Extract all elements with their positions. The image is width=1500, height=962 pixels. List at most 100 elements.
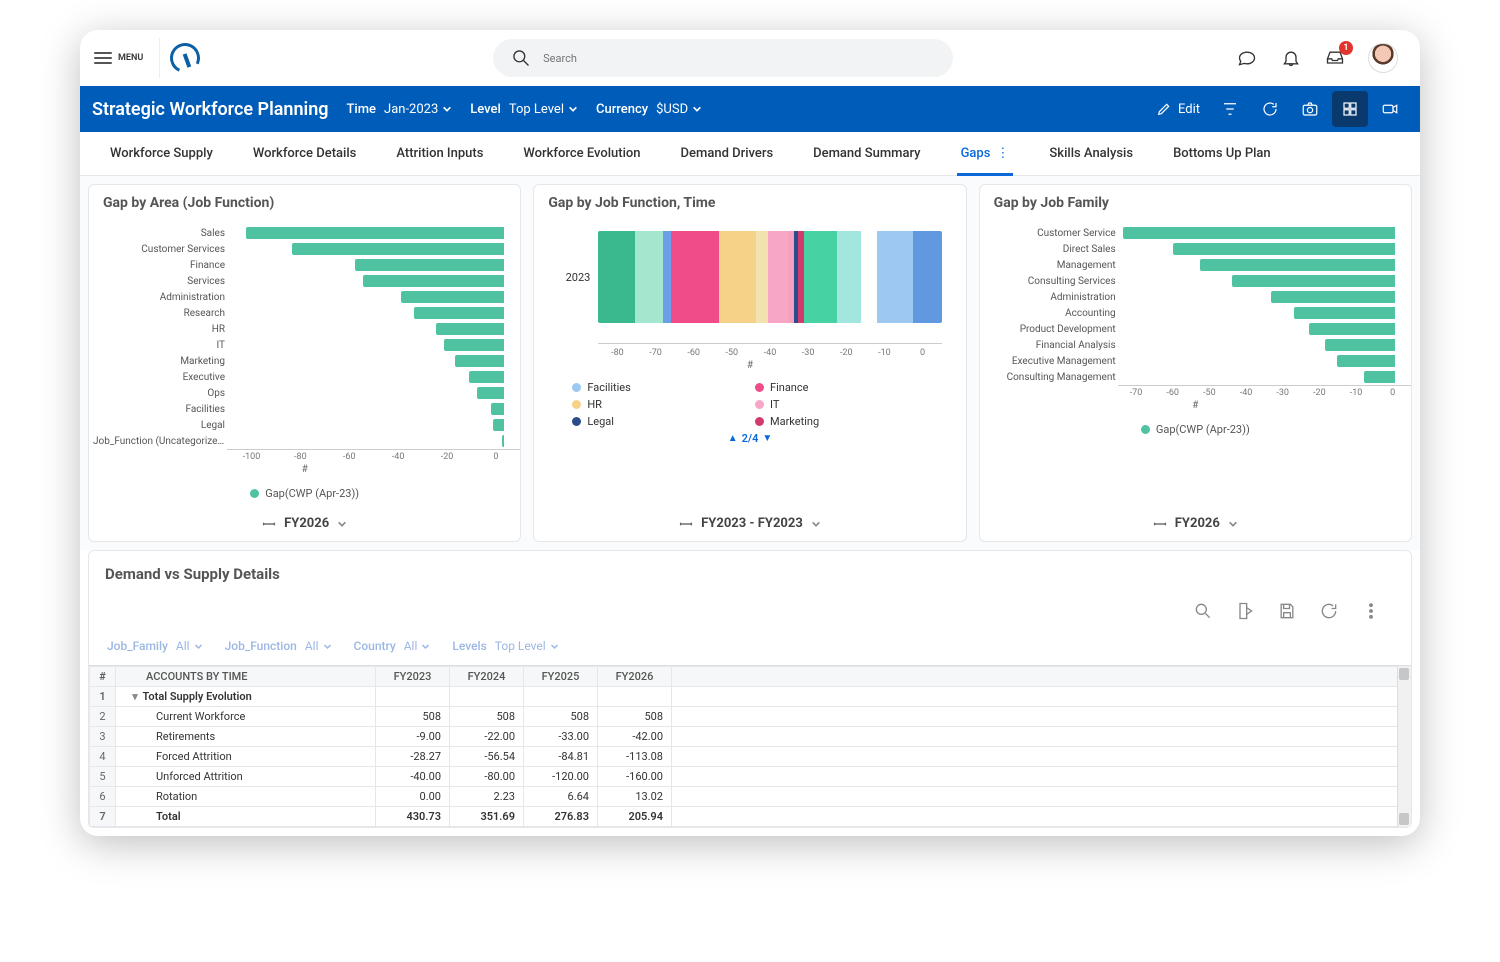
cell-value[interactable]: -113.08	[598, 747, 672, 767]
cell-value[interactable]: -42.00	[598, 727, 672, 747]
stacked-segment[interactable]	[913, 231, 941, 323]
avatar[interactable]	[1368, 43, 1398, 73]
cell-value[interactable]: 6.64	[524, 787, 598, 807]
tab-workforce-supply[interactable]: Workforce Supply	[90, 132, 233, 175]
bar-fill[interactable]	[469, 371, 504, 383]
inbox-icon[interactable]: 1	[1324, 47, 1346, 69]
tab-gaps[interactable]: Gaps⋮	[941, 132, 1030, 175]
bar-fill[interactable]	[414, 307, 504, 319]
row-label[interactable]: Unforced Attrition	[116, 767, 376, 787]
card-footer-selector[interactable]: FY2023 - FY2023	[534, 506, 965, 541]
cell-value[interactable]: -40.00	[376, 767, 450, 787]
cell-value[interactable]: -56.54	[450, 747, 524, 767]
th-year[interactable]: FY2023	[376, 667, 450, 687]
stacked-segment[interactable]	[663, 231, 671, 323]
stacked-segment[interactable]	[837, 231, 861, 323]
tab-attrition-inputs[interactable]: Attrition Inputs	[376, 132, 503, 175]
menu-button[interactable]: MENU	[94, 52, 143, 64]
bar-fill[interactable]	[1364, 371, 1395, 383]
bar-fill[interactable]	[1309, 323, 1395, 335]
search-input[interactable]	[543, 52, 935, 65]
cell-value[interactable]: -9.00	[376, 727, 450, 747]
edit-button[interactable]: Edit	[1148, 101, 1208, 117]
bar-fill[interactable]	[1294, 307, 1395, 319]
stacked-segment[interactable]	[719, 231, 755, 323]
bar-fill[interactable]	[1123, 227, 1395, 239]
bar-fill[interactable]	[491, 403, 505, 415]
bar-fill[interactable]	[1271, 291, 1395, 303]
tab-demand-drivers[interactable]: Demand Drivers	[661, 132, 794, 175]
level-selector[interactable]: Top Level	[509, 102, 578, 117]
cell-value[interactable]: -80.00	[450, 767, 524, 787]
tab-workforce-details[interactable]: Workforce Details	[233, 132, 377, 175]
time-selector[interactable]: Jan-2023	[384, 102, 452, 117]
filter-country[interactable]: CountryAll	[354, 639, 431, 653]
cell-value[interactable]	[450, 687, 524, 707]
stacked-segment[interactable]	[756, 231, 768, 323]
bar-fill[interactable]	[455, 355, 504, 367]
cell-value[interactable]: 508	[450, 707, 524, 727]
cell-value[interactable]: -160.00	[598, 767, 672, 787]
cell-value[interactable]: 0.00	[376, 787, 450, 807]
filter-levels[interactable]: LevelsTop Level	[452, 639, 558, 653]
filter-icon[interactable]	[1212, 91, 1248, 127]
stacked-segment[interactable]	[804, 231, 836, 323]
filter-job_function[interactable]: Job_FunctionAll	[225, 639, 332, 653]
legend-pager[interactable]: ▲2/4▼	[534, 432, 965, 449]
stacked-segment[interactable]	[635, 231, 663, 323]
cell-value[interactable]: 508	[524, 707, 598, 727]
cell-value[interactable]: 2.23	[450, 787, 524, 807]
row-label[interactable]: Total	[116, 807, 376, 827]
cell-value[interactable]: -33.00	[524, 727, 598, 747]
refresh-icon[interactable]	[1252, 91, 1288, 127]
bar-fill[interactable]	[246, 227, 505, 239]
bar-fill[interactable]	[401, 291, 504, 303]
chat-icon[interactable]	[1236, 47, 1258, 69]
filter-job_family[interactable]: Job_FamilyAll	[107, 639, 203, 653]
bar-fill[interactable]	[436, 323, 504, 335]
bar-fill[interactable]	[1325, 339, 1395, 351]
cell-value[interactable]	[524, 687, 598, 707]
card-footer-selector[interactable]: FY2026	[89, 506, 520, 541]
row-label[interactable]: Rotation	[116, 787, 376, 807]
cell-value[interactable]	[376, 687, 450, 707]
row-label[interactable]: Forced Attrition	[116, 747, 376, 767]
table-more-icon[interactable]	[1361, 601, 1381, 625]
bar-fill[interactable]	[1173, 243, 1395, 255]
th-year[interactable]: FY2024	[450, 667, 524, 687]
table-refresh-icon[interactable]	[1319, 601, 1339, 625]
vertical-scrollbar[interactable]	[1397, 666, 1411, 827]
workday-logo[interactable]	[166, 39, 204, 77]
stacked-segment[interactable]	[598, 231, 634, 323]
bar-fill[interactable]	[1200, 259, 1395, 271]
tab-bottoms-up-plan[interactable]: Bottoms Up Plan	[1153, 132, 1291, 175]
cell-value[interactable]: 276.83	[524, 807, 598, 827]
cell-value[interactable]: -22.00	[450, 727, 524, 747]
bar-fill[interactable]	[355, 259, 505, 271]
bar-fill[interactable]	[363, 275, 505, 287]
th-year[interactable]: FY2025	[524, 667, 598, 687]
th-year[interactable]: FY2026	[598, 667, 672, 687]
row-label[interactable]: Retirements	[116, 727, 376, 747]
stacked-segment[interactable]	[768, 231, 788, 323]
tab-workforce-evolution[interactable]: Workforce Evolution	[503, 132, 660, 175]
cell-value[interactable]: -120.00	[524, 767, 598, 787]
row-label[interactable]: ▾ Total Supply Evolution	[116, 687, 376, 707]
cell-value[interactable]: 430.73	[376, 807, 450, 827]
cell-value[interactable]: 351.69	[450, 807, 524, 827]
bar-fill[interactable]	[502, 435, 505, 447]
stacked-segment[interactable]	[671, 231, 719, 323]
video-icon[interactable]	[1372, 91, 1408, 127]
cell-value[interactable]: 205.94	[598, 807, 672, 827]
bar-fill[interactable]	[493, 419, 504, 431]
bar-fill[interactable]	[1337, 355, 1395, 367]
grid-view-icon[interactable]	[1332, 91, 1368, 127]
cell-value[interactable]: 508	[598, 707, 672, 727]
cell-value[interactable]: -84.81	[524, 747, 598, 767]
camera-icon[interactable]	[1292, 91, 1328, 127]
bar-fill[interactable]	[1232, 275, 1395, 287]
stacked-segment[interactable]	[877, 231, 913, 323]
currency-selector[interactable]: $USD	[656, 102, 702, 117]
tab-demand-summary[interactable]: Demand Summary	[793, 132, 940, 175]
cell-value[interactable]: -28.27	[376, 747, 450, 767]
